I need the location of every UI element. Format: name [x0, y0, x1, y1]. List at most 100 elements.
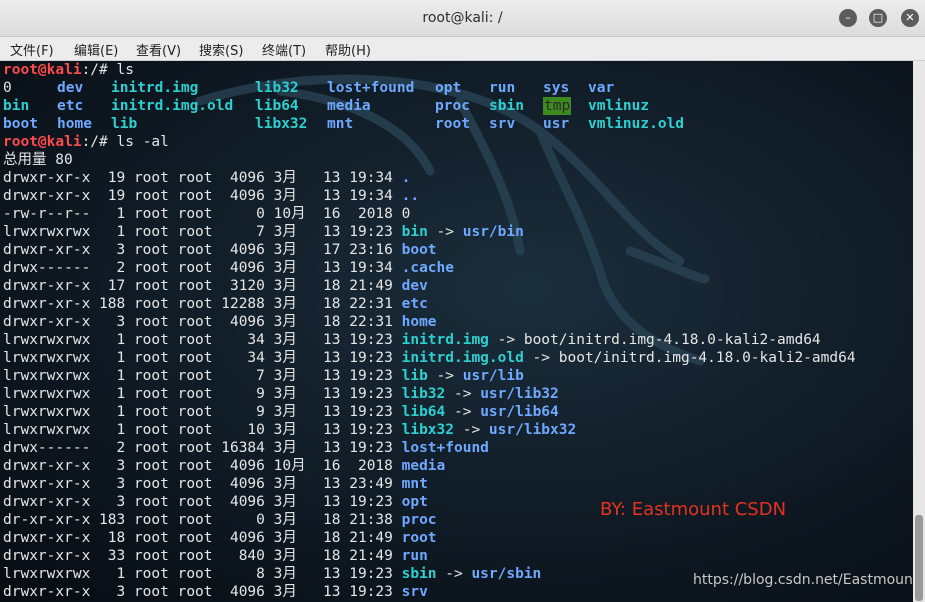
ls-entry: initrd.img [111, 80, 199, 96]
menu-file[interactable]: 文件(F) [10, 40, 54, 59]
file-meta: drwxr-xr-x 17 root root 3120 3月 18 21:49 [3, 278, 402, 294]
file-meta: dr-xr-xr-x 183 root root 0 3月 18 21:38 [3, 512, 402, 528]
prompt-path: :/# [81, 62, 117, 78]
listing-row: dr-xr-xr-x 183 root root 0 3月 18 21:38 p… [3, 511, 437, 529]
file-meta: drwxr-xr-x 188 root root 12288 3月 18 22:… [3, 296, 402, 312]
file-meta: drwxr-xr-x 3 root root 4096 3月 17 23:16 [3, 242, 402, 258]
ls-entry: vmlinuz.old [588, 116, 685, 132]
terminal-window: root@kali: / – □ ✕ 文件(F) 编辑(E) 查看(V) 搜索(… [0, 0, 925, 602]
total-size: 总用量 80 [3, 152, 73, 168]
file-name: media [401, 458, 446, 474]
total-line: 总用量 80 [3, 151, 73, 169]
file-name: sbin [401, 566, 437, 582]
maximize-icon[interactable]: □ [869, 9, 887, 27]
link-arrow: -> [454, 422, 489, 438]
menu-terminal[interactable]: 终端(T) [262, 40, 306, 59]
listing-row: drwxr-xr-x 3 root root 4096 3月 17 23:16 … [3, 241, 437, 259]
file-meta: lrwxrwxrwx 1 root root 34 3月 13 19:23 [3, 332, 402, 348]
listing-row: lrwxrwxrwx 1 root root 10 3月 13 19:23 li… [3, 421, 576, 439]
file-name: run [401, 548, 428, 564]
listing-row: lrwxrwxrwx 1 root root 8 3月 13 19:23 sbi… [3, 565, 541, 583]
listing-row: drwxr-xr-x 3 root root 4096 3月 13 23:49 … [3, 475, 428, 493]
link-target: usr/sbin [471, 566, 542, 582]
menu-help[interactable]: 帮助(H) [325, 40, 371, 59]
listing-row: drwxr-xr-x 19 root root 4096 3月 13 19:34… [3, 169, 410, 187]
minimize-icon[interactable]: – [839, 9, 857, 27]
link-arrow: -> [445, 404, 481, 420]
ls-entry: var [588, 80, 615, 96]
ls-entry: initrd.img.old [111, 98, 234, 114]
file-meta: drwxr-xr-x 3 root root 4096 10月 16 2018 [3, 458, 402, 474]
file-meta: -rw-r--r-- 1 root root 0 10月 16 2018 [3, 206, 402, 222]
file-meta: drwxr-xr-x 3 root root 4096 3月 13 19:23 [3, 584, 402, 600]
ls-entry: srv [489, 116, 516, 132]
scrollbar[interactable] [913, 61, 925, 602]
ls-entry: 0 [3, 80, 12, 96]
file-name: boot [401, 242, 437, 258]
file-name: lib [401, 368, 428, 384]
close-icon[interactable]: ✕ [901, 9, 919, 27]
command-text: ls -al [116, 134, 169, 150]
file-name: dev [401, 278, 428, 294]
ls-entry: lib [111, 116, 138, 132]
file-name: initrd.img.old [401, 350, 524, 366]
link-arrow: -> [445, 386, 481, 402]
file-meta: lrwxrwxrwx 1 root root 9 3月 13 19:23 [3, 404, 402, 420]
file-meta: lrwxrwxrwx 1 root root 7 3月 13 19:23 [3, 224, 402, 240]
author-watermark: BY: Eastmount CSDN [600, 499, 787, 520]
link-target: usr/libx32 [488, 422, 577, 438]
link-target: usr/lib32 [480, 386, 559, 402]
ls-entry: run [489, 80, 516, 96]
link-target: usr/lib64 [480, 404, 559, 420]
listing-row: lrwxrwxrwx 1 root root 9 3月 13 19:23 lib… [3, 403, 559, 421]
listing-row: drwx------ 2 root root 16384 3月 13 19:23… [3, 439, 489, 457]
listing-row: drwxr-xr-x 17 root root 3120 3月 18 21:49… [3, 277, 428, 295]
listing-row: lrwxrwxrwx 1 root root 7 3月 13 19:23 bin… [3, 223, 524, 241]
file-meta: drwx------ 2 root root 16384 3月 13 19:23 [3, 440, 402, 456]
ls-entry: lib32 [255, 80, 299, 96]
link-arrow: -> [436, 566, 472, 582]
listing-row: drwxr-xr-x 19 root root 4096 3月 13 19:34… [3, 187, 419, 205]
ls-entry: usr [543, 116, 570, 132]
ls-entry: media [327, 98, 371, 114]
terminal-output[interactable]: root@kali:/# ls 0 dev initrd.img lib32 lost+f… [0, 61, 913, 602]
listing-row: drwxr-xr-x 3 root root 4096 10月 16 2018 … [3, 457, 445, 475]
ls-entry: libx32 [255, 116, 308, 132]
listing-row: lrwxrwxrwx 1 root root 34 3月 13 19:23 in… [3, 349, 856, 367]
link-arrow: -> [427, 224, 463, 240]
ls-entry: sys [543, 80, 570, 96]
listing-row: drwxr-xr-x 18 root root 4096 3月 18 21:49… [3, 529, 437, 547]
file-name: mnt [401, 476, 428, 492]
ls-entry: home [57, 116, 92, 132]
link-arrow: -> [427, 368, 463, 384]
menu-edit[interactable]: 编辑(E) [74, 40, 118, 59]
file-name: lost+found [401, 440, 489, 456]
file-name: bin [401, 224, 428, 240]
listing-row: lrwxrwxrwx 1 root root 7 3月 13 19:23 lib… [3, 367, 524, 385]
file-name: lib32 [401, 386, 446, 402]
file-meta: lrwxrwxrwx 1 root root 7 3月 13 19:23 [3, 368, 402, 384]
ls-entry: lost+found [327, 80, 415, 96]
menu-bar: 文件(F) 编辑(E) 查看(V) 搜索(S) 终端(T) 帮助(H) [0, 37, 925, 61]
listing-row: -rw-r--r-- 1 root root 0 10月 16 2018 0 [3, 205, 410, 223]
ls-entry: lib64 [255, 98, 299, 114]
file-meta: drwxr-xr-x 19 root root 4096 3月 13 19:34 [3, 170, 402, 186]
url-watermark: https://blog.csdn.net/Eastmount [693, 572, 913, 588]
ls-entry: tmp [543, 97, 572, 115]
listing-row: drwxr-xr-x 3 root root 4096 3月 13 19:23 … [3, 493, 428, 511]
link-target: boot/initrd.img-4.18.0-kali2-amd64 [523, 332, 821, 348]
file-meta: drwxr-xr-x 33 root root 840 3月 18 21:49 [3, 548, 402, 564]
file-meta: drwx------ 2 root root 4096 3月 13 19:34 [3, 260, 402, 276]
ls-entry: opt [435, 80, 462, 96]
file-name: home [401, 314, 437, 330]
ls-entry: dev [57, 80, 84, 96]
menu-search[interactable]: 搜索(S) [199, 40, 243, 59]
link-target: usr/bin [462, 224, 524, 240]
menu-view[interactable]: 查看(V) [136, 40, 181, 59]
link-arrow: -> [523, 350, 559, 366]
scrollbar-thumb[interactable] [915, 515, 923, 601]
file-meta: drwxr-xr-x 3 root root 4096 3月 18 22:31 [3, 314, 402, 330]
prompt-user-host: root@kali [3, 62, 82, 78]
title-bar[interactable]: root@kali: / – □ ✕ [0, 0, 925, 37]
file-name: initrd.img [401, 332, 489, 348]
